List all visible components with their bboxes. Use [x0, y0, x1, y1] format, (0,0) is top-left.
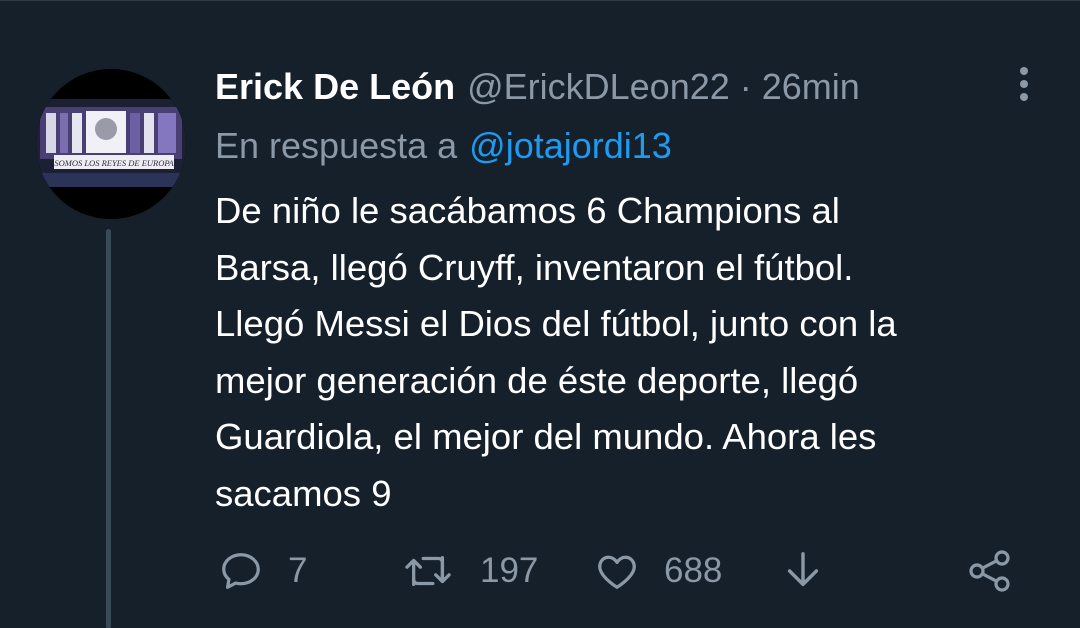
- retweet-count: 197: [480, 551, 539, 590]
- share-icon: [969, 550, 1010, 592]
- tweet-header: Erick De León @ErickDLeon22 · 26min: [215, 65, 860, 109]
- more-button[interactable]: [1006, 65, 1042, 105]
- reply-count: 7: [288, 551, 308, 590]
- share-button[interactable]: [966, 541, 1014, 601]
- tweet-text: De niño le sacábamos 6 Champions al Bars…: [215, 190, 897, 514]
- avatar-banner-text: SOMOS LOS REYES DE EUROPA: [54, 158, 174, 168]
- reply-button[interactable]: 7: [218, 541, 307, 601]
- reply-mention-link[interactable]: @jotajordi13: [469, 125, 672, 166]
- author-name[interactable]: Erick De León: [215, 66, 455, 108]
- more-vertical-icon: [1020, 67, 1028, 101]
- avatar[interactable]: SOMOS LOS REYES DE EUROPA: [36, 69, 186, 219]
- reply-context: En respuesta a @jotajordi13: [215, 125, 672, 167]
- tweet[interactable]: SOMOS LOS REYES DE EUROPA Erick De León …: [0, 0, 1080, 628]
- avatar-image: SOMOS LOS REYES DE EUROPA: [36, 69, 186, 219]
- comment-icon: [222, 553, 260, 589]
- retweet-button[interactable]: 197: [402, 541, 538, 601]
- heart-icon: [598, 555, 636, 589]
- tweet-time[interactable]: 26min: [762, 66, 860, 108]
- retweet-icon: [405, 555, 451, 587]
- like-button[interactable]: 688: [594, 541, 722, 601]
- like-count: 688: [664, 551, 723, 590]
- action-bar: 7 197 688: [0, 541, 1080, 601]
- reply-prefix: En respuesta a: [215, 125, 458, 166]
- download-icon: [787, 552, 819, 587]
- header-separator: ·: [739, 66, 752, 107]
- author-handle[interactable]: @ErickDLeon22: [467, 66, 730, 108]
- download-button[interactable]: [782, 541, 824, 601]
